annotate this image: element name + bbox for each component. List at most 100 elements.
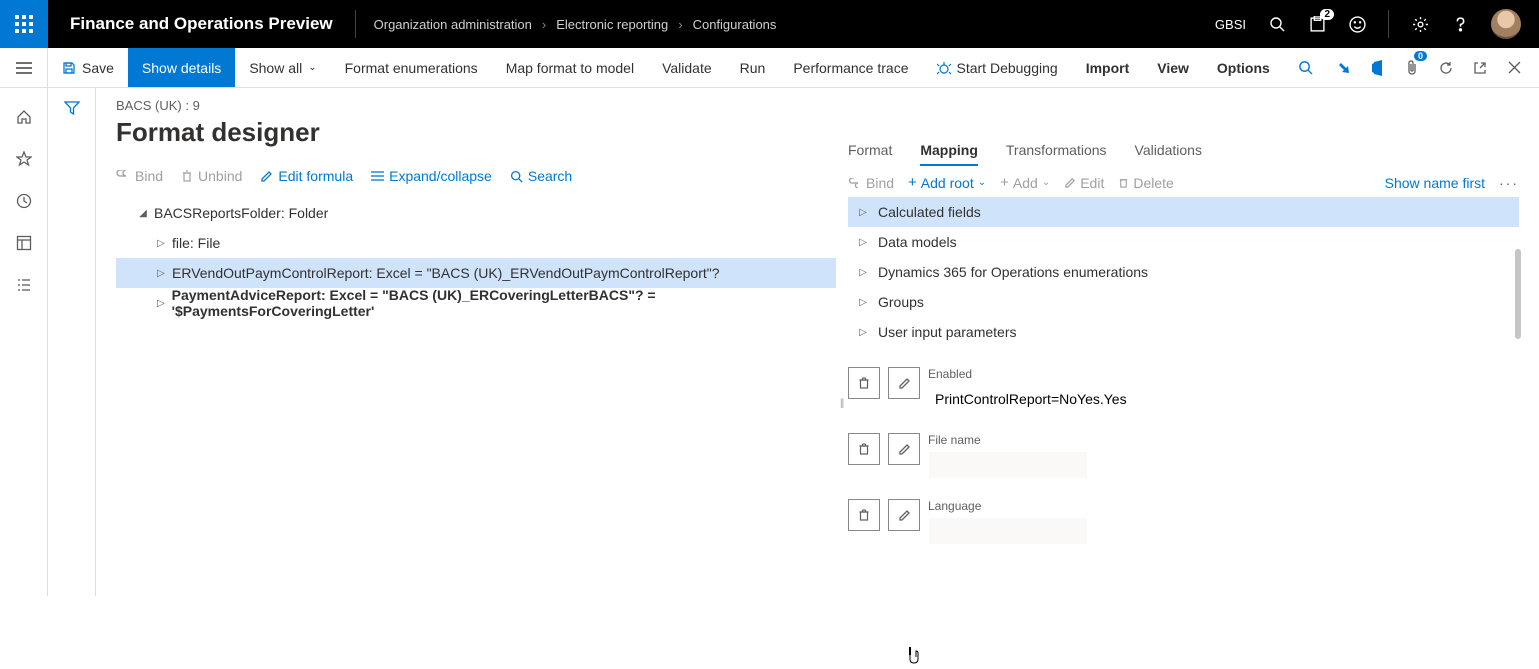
more-icon: ··· xyxy=(1499,175,1519,191)
expand-icon: ▷ xyxy=(156,268,166,279)
datasource-row[interactable]: ▷Data models xyxy=(848,227,1519,257)
breadcrumb-item[interactable]: Configurations xyxy=(693,17,777,32)
expand-icon: ▷ xyxy=(858,297,868,308)
tree-node[interactable]: ▷file: File xyxy=(116,228,836,258)
tab-format[interactable]: Format xyxy=(848,136,892,166)
right-pane: || Format Mapping Transformations Valida… xyxy=(848,98,1519,586)
add-root-button[interactable]: +Add root⌄ xyxy=(908,174,986,191)
help-icon[interactable] xyxy=(1451,15,1469,33)
breadcrumb-item[interactable]: Organization administration xyxy=(374,17,532,32)
delete-property-button[interactable] xyxy=(848,499,880,531)
enabled-label: Enabled xyxy=(928,367,1519,381)
tree-node-root[interactable]: ◢BACSReportsFolder: Folder xyxy=(116,198,836,228)
bind-button[interactable]: Bind xyxy=(116,168,163,184)
popout-icon[interactable] xyxy=(1471,59,1489,77)
map-format-button[interactable]: Map format to model xyxy=(492,48,648,87)
property-enabled: Enabled xyxy=(848,367,1519,413)
refresh-icon[interactable] xyxy=(1437,59,1455,77)
app-launcher-button[interactable] xyxy=(0,0,48,48)
tab-validations[interactable]: Validations xyxy=(1135,136,1202,166)
filter-icon[interactable] xyxy=(64,100,80,596)
start-debugging-button[interactable]: Start Debugging xyxy=(923,48,1072,87)
view-button[interactable]: View xyxy=(1143,48,1203,87)
format-tree: ◢BACSReportsFolder: Folder ▷file: File ▷… xyxy=(116,198,836,318)
bind-button[interactable]: Bind xyxy=(848,175,894,191)
attachment-badge: 0 xyxy=(1414,51,1427,61)
gear-icon[interactable] xyxy=(1411,15,1429,33)
close-icon[interactable] xyxy=(1505,59,1523,77)
search-tree-button[interactable]: Search xyxy=(510,168,572,184)
smiley-icon[interactable] xyxy=(1348,15,1366,33)
edit-formula-button[interactable]: Edit formula xyxy=(260,168,353,184)
avatar[interactable] xyxy=(1491,9,1521,39)
edit-property-button[interactable] xyxy=(888,499,920,531)
breadcrumb-item[interactable]: Electronic reporting xyxy=(556,17,668,32)
datasource-row[interactable]: ▷Groups xyxy=(848,287,1519,317)
splitter-handle[interactable]: || xyxy=(840,398,843,409)
left-pane: BACS (UK) : 9 Format designer Bind Unbin… xyxy=(116,98,836,586)
search-command-button[interactable] xyxy=(1284,48,1327,87)
app-title: Finance and Operations Preview xyxy=(48,14,355,34)
datasource-row[interactable]: ▷User input parameters xyxy=(848,317,1519,347)
config-breadcrumb: BACS (UK) : 9 xyxy=(116,98,836,113)
tab-mapping[interactable]: Mapping xyxy=(920,136,978,166)
show-details-button[interactable]: Show details xyxy=(128,48,235,87)
edit-button[interactable]: Edit xyxy=(1064,175,1104,191)
expand-icon: ▷ xyxy=(858,267,868,278)
home-icon[interactable] xyxy=(15,108,33,126)
enabled-input[interactable] xyxy=(928,385,1488,413)
task-recorder-icon[interactable]: 2 xyxy=(1308,15,1326,33)
save-button[interactable]: Save xyxy=(48,48,128,87)
format-enumerations-button[interactable]: Format enumerations xyxy=(331,48,492,87)
nav-toggle-button[interactable] xyxy=(0,48,48,87)
company-label[interactable]: GBSI xyxy=(1215,17,1246,32)
show-name-first-button[interactable]: Show name first xyxy=(1385,175,1485,191)
scrollbar[interactable] xyxy=(1515,249,1521,339)
waffle-icon xyxy=(15,15,33,33)
breadcrumb: Organization administration › Electronic… xyxy=(374,17,777,32)
datasource-list: ▷Calculated fields ▷Data models ▷Dynamic… xyxy=(848,197,1519,347)
filter-column xyxy=(48,88,96,596)
options-button[interactable]: Options xyxy=(1203,48,1284,87)
datasource-row-selected[interactable]: ▷Calculated fields xyxy=(848,197,1519,227)
filename-label: File name xyxy=(928,433,1519,447)
tree-node[interactable]: ▷PaymentAdviceReport: Excel = "BACS (UK)… xyxy=(116,288,836,318)
star-icon[interactable] xyxy=(15,150,33,168)
validate-button[interactable]: Validate xyxy=(648,48,726,87)
tree-node-selected[interactable]: ▷ERVendOutPaymControlReport: Excel = "BA… xyxy=(116,258,836,288)
attachments-icon[interactable]: 0 xyxy=(1403,59,1421,77)
modules-icon[interactable] xyxy=(15,276,33,294)
mapping-toolbar: Bind +Add root⌄ +Add⌄ Edit Delete Show n… xyxy=(848,174,1519,191)
run-button[interactable]: Run xyxy=(726,48,780,87)
office-icon[interactable] xyxy=(1369,59,1387,77)
search-icon[interactable] xyxy=(1268,15,1286,33)
datasource-row[interactable]: ▷Dynamics 365 for Operations enumeration… xyxy=(848,257,1519,287)
language-label: Language xyxy=(928,499,1519,513)
expand-collapse-button[interactable]: Expand/collapse xyxy=(371,168,492,184)
show-all-button[interactable]: Show all⌄ xyxy=(235,48,330,87)
edit-property-button[interactable] xyxy=(888,367,920,399)
expand-icon: ▷ xyxy=(156,238,166,249)
expand-icon: ▷ xyxy=(858,327,868,338)
add-button[interactable]: +Add⌄ xyxy=(1000,174,1050,191)
chevron-down-icon: ⌄ xyxy=(1042,177,1050,188)
delete-property-button[interactable] xyxy=(848,367,880,399)
unbind-button[interactable]: Unbind xyxy=(181,168,242,184)
link-icon[interactable] xyxy=(1335,59,1353,77)
delete-property-button[interactable] xyxy=(848,433,880,465)
delete-button[interactable]: Delete xyxy=(1118,175,1173,191)
chevron-right-icon: › xyxy=(678,17,682,32)
notification-badge: 2 xyxy=(1320,9,1334,20)
language-input[interactable] xyxy=(928,517,1088,545)
edit-property-button[interactable] xyxy=(888,433,920,465)
side-rail xyxy=(0,88,48,596)
more-button[interactable]: ··· xyxy=(1499,175,1519,191)
tab-transformations[interactable]: Transformations xyxy=(1006,136,1107,166)
performance-trace-button[interactable]: Performance trace xyxy=(779,48,922,87)
chevron-down-icon: ⌄ xyxy=(308,62,316,73)
filename-input[interactable] xyxy=(928,451,1088,479)
plus-icon: + xyxy=(1000,174,1009,191)
recent-icon[interactable] xyxy=(15,192,33,210)
import-button[interactable]: Import xyxy=(1072,48,1144,87)
workspaces-icon[interactable] xyxy=(15,234,33,252)
